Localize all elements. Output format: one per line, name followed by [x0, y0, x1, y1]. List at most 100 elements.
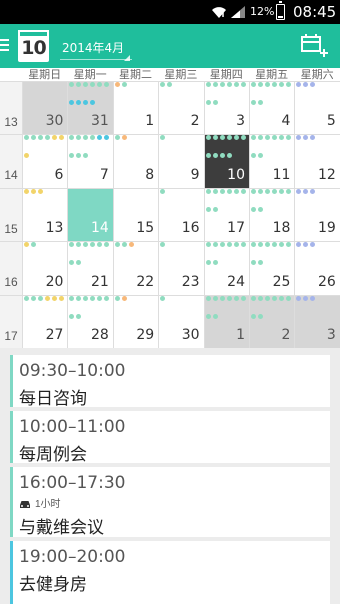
- day-cell[interactable]: 23: [158, 241, 203, 294]
- agenda-event[interactable]: 09:30–10:00 每日咨询: [10, 355, 330, 409]
- event-dot: [279, 295, 284, 301]
- event-dot: [83, 153, 89, 159]
- day-cell[interactable]: 4: [249, 81, 294, 134]
- event-dot: [226, 153, 232, 159]
- day-cell[interactable]: 10: [203, 134, 249, 188]
- event-dot: [160, 135, 166, 141]
- event-dot: [279, 188, 284, 194]
- day-cell[interactable]: 2: [158, 81, 203, 134]
- add-event-icon[interactable]: [300, 33, 328, 59]
- event-dot: [251, 100, 256, 105]
- event-dot: [212, 82, 218, 87]
- event-dot: [265, 135, 270, 141]
- event-dot: [205, 242, 211, 248]
- day-number: 2: [190, 113, 200, 130]
- event-dot: [205, 82, 211, 87]
- event-dot: [38, 135, 43, 141]
- agenda-event[interactable]: 19:00–20:00 去健身房: [10, 541, 330, 604]
- day-cell[interactable]: 3: [294, 294, 340, 348]
- day-cell[interactable]: 1: [203, 294, 249, 348]
- event-dot: [205, 206, 211, 212]
- day-cell[interactable]: 13: [22, 188, 67, 241]
- day-cell[interactable]: 12: [294, 134, 339, 187]
- event-dot: [240, 135, 246, 141]
- event-dot: [114, 295, 120, 301]
- day-number: 22: [136, 273, 155, 290]
- day-cell[interactable]: 30: [22, 81, 68, 135]
- day-cell[interactable]: 21: [67, 241, 112, 294]
- day-cell[interactable]: 19: [294, 188, 339, 241]
- weekday-label: 星期日: [28, 68, 62, 81]
- day-cell[interactable]: 28: [67, 295, 112, 348]
- event-dot: [251, 242, 256, 248]
- grid-line: [22, 81, 23, 348]
- day-cell[interactable]: 29: [113, 295, 158, 348]
- agenda-event[interactable]: 16:00–17:30 1小时 与戴维会议: [10, 467, 330, 538]
- day-cell[interactable]: 2: [249, 294, 295, 348]
- day-cell[interactable]: 20: [22, 241, 67, 294]
- event-dot: [251, 206, 256, 212]
- day-cell[interactable]: 3: [204, 81, 249, 134]
- app-bar: 10 2014年4月: [0, 24, 340, 68]
- event-dot: [265, 82, 270, 87]
- event-dot: [90, 295, 96, 301]
- day-number: 30: [45, 113, 64, 130]
- weekday-header: 星期日 星期一 星期二 星期三 星期四 星期五 星期六: [0, 68, 340, 81]
- day-cell[interactable]: 16: [158, 188, 203, 241]
- day-cell[interactable]: 7: [67, 134, 112, 187]
- day-cell[interactable]: 14: [67, 187, 113, 242]
- event-dot: [121, 295, 127, 301]
- event-dot: [258, 206, 263, 212]
- event-title: 去健身房: [19, 575, 87, 595]
- event-dot: [233, 295, 239, 301]
- event-dot: [212, 313, 218, 319]
- event-dot: [279, 135, 284, 141]
- menu-icon[interactable]: [0, 39, 9, 53]
- event-dot: [258, 188, 263, 194]
- event-dot: [303, 188, 309, 194]
- event-dot: [258, 153, 263, 159]
- day-number: 24: [227, 273, 245, 290]
- event-title: 每周例会: [19, 445, 87, 465]
- event-dot: [114, 82, 120, 87]
- agenda-event[interactable]: 10:00–11:00 每周例会: [10, 411, 330, 465]
- week-number: 14: [4, 168, 18, 183]
- day-cell[interactable]: 5: [294, 81, 339, 134]
- day-cell[interactable]: 18: [249, 188, 294, 241]
- event-dots: [160, 135, 202, 153]
- event-dot: [286, 242, 291, 248]
- day-cell[interactable]: 6: [22, 134, 67, 187]
- day-cell[interactable]: 11: [249, 134, 294, 187]
- event-dot: [212, 242, 218, 248]
- day-number: 16: [181, 220, 200, 237]
- event-dots: [160, 295, 202, 314]
- event-dot: [24, 295, 29, 301]
- day-number: 15: [136, 220, 155, 237]
- day-cell[interactable]: 15: [113, 188, 158, 241]
- event-dot: [226, 82, 232, 87]
- event-dot: [104, 135, 110, 141]
- today-button[interactable]: 10: [18, 30, 49, 62]
- day-cell[interactable]: 31: [67, 81, 113, 135]
- day-cell[interactable]: 30: [158, 295, 203, 348]
- day-cell[interactable]: 27: [22, 295, 67, 348]
- event-dot: [226, 242, 232, 248]
- calendar-icon: [18, 30, 49, 36]
- day-cell[interactable]: 22: [113, 241, 158, 294]
- week-number: 13: [4, 115, 18, 129]
- event-dots: [114, 242, 157, 260]
- event-dot: [45, 295, 50, 301]
- day-cell[interactable]: 1: [113, 81, 158, 134]
- day-cell[interactable]: 26: [294, 241, 339, 294]
- day-cell[interactable]: 8: [113, 134, 158, 187]
- day-cell[interactable]: 25: [249, 241, 294, 294]
- event-dot: [212, 135, 218, 141]
- day-cell[interactable]: 17: [204, 188, 249, 241]
- event-dot: [251, 260, 256, 266]
- month-selector[interactable]: 2014年4月: [62, 39, 124, 56]
- event-dot: [219, 242, 225, 248]
- day-cell[interactable]: 9: [158, 134, 203, 187]
- today-badge-number: 10: [21, 37, 46, 59]
- event-dot: [212, 260, 218, 266]
- day-cell[interactable]: 24: [204, 241, 249, 294]
